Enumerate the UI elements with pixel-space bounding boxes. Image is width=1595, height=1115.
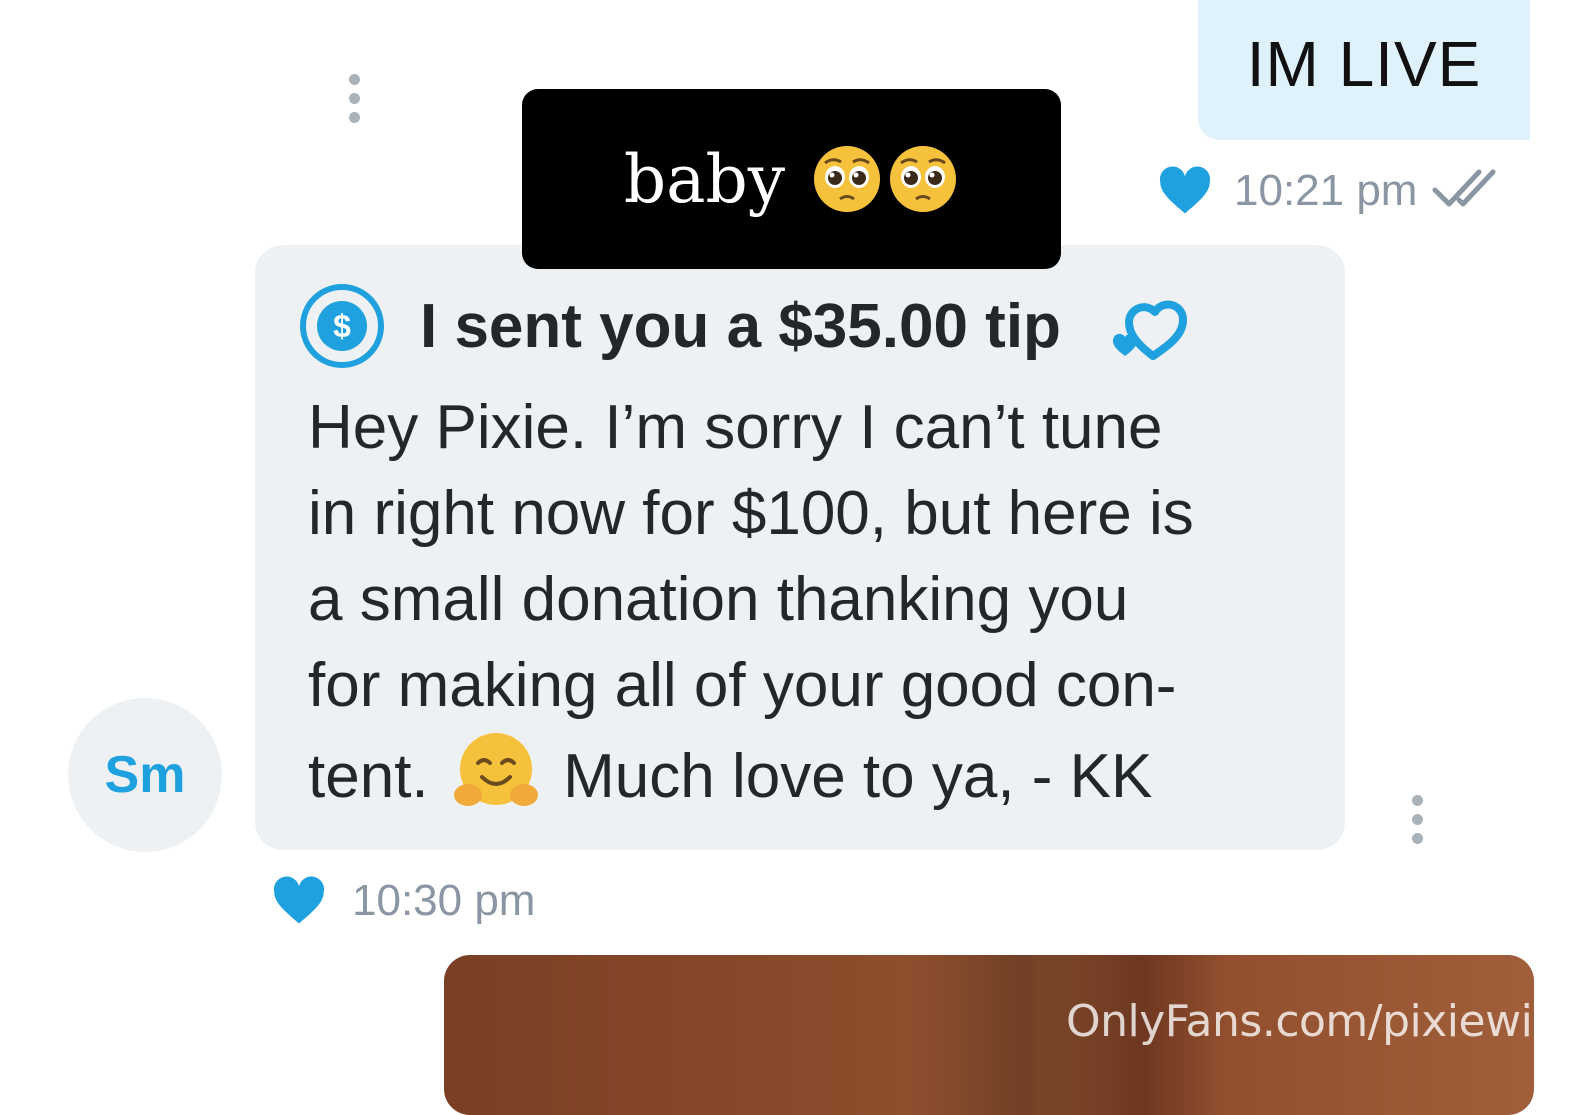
heart-icon[interactable]: [1158, 166, 1212, 216]
incoming-timestamp: 10:30 pm: [352, 876, 536, 925]
message-signoff: Much love to ya, - KK: [563, 742, 1153, 811]
message-line: Hey Pixie. I’m sorry I can’t tune: [308, 393, 1163, 462]
message-line-last: tent. Much love to ya, - KK: [308, 729, 1318, 820]
overlay-caption: baby: [522, 89, 1061, 269]
hugging-face-emoji: [453, 733, 538, 806]
outgoing-timestamp: 10:21 pm: [1234, 166, 1418, 215]
tip-header: $ I sent you a $35.00 tip: [298, 284, 1199, 368]
dollar-circle-icon: $: [300, 284, 384, 368]
incoming-message-meta: 10:30 pm: [272, 870, 535, 932]
watermark-text: OnlyFans.com/pixiewinn222: [1066, 996, 1595, 1047]
outgoing-message-bubble[interactable]: IM LIVE: [1198, 0, 1530, 140]
outgoing-message-meta: 10:21 pm: [1158, 160, 1511, 222]
pleading-face-emoji: [814, 146, 881, 212]
outgoing-message-text: IM LIVE: [1246, 28, 1482, 100]
message-line: in right now for $100, but here is: [308, 479, 1194, 548]
avatar-initials: Sm: [104, 746, 186, 804]
message-line: a small donation thanking you: [308, 565, 1129, 634]
heart-icon[interactable]: [272, 876, 326, 926]
more-options-icon[interactable]: [1412, 795, 1424, 844]
more-options-icon[interactable]: [349, 74, 361, 123]
hearts-tip-icon: [1112, 300, 1187, 360]
tip-amount-label: I sent you a $35.00 tip: [420, 291, 1061, 361]
avatar[interactable]: Sm: [68, 698, 222, 852]
incoming-message-text: Hey Pixie. I’m sorry I can’t tune in rig…: [308, 385, 1318, 820]
double-check-icon: [1432, 169, 1496, 207]
pleading-face-emoji: [890, 146, 957, 212]
message-line: tent.: [308, 742, 429, 811]
message-line: for making all of your good con-: [308, 651, 1177, 720]
caption-text: baby: [623, 140, 786, 218]
svg-text:$: $: [333, 308, 351, 344]
